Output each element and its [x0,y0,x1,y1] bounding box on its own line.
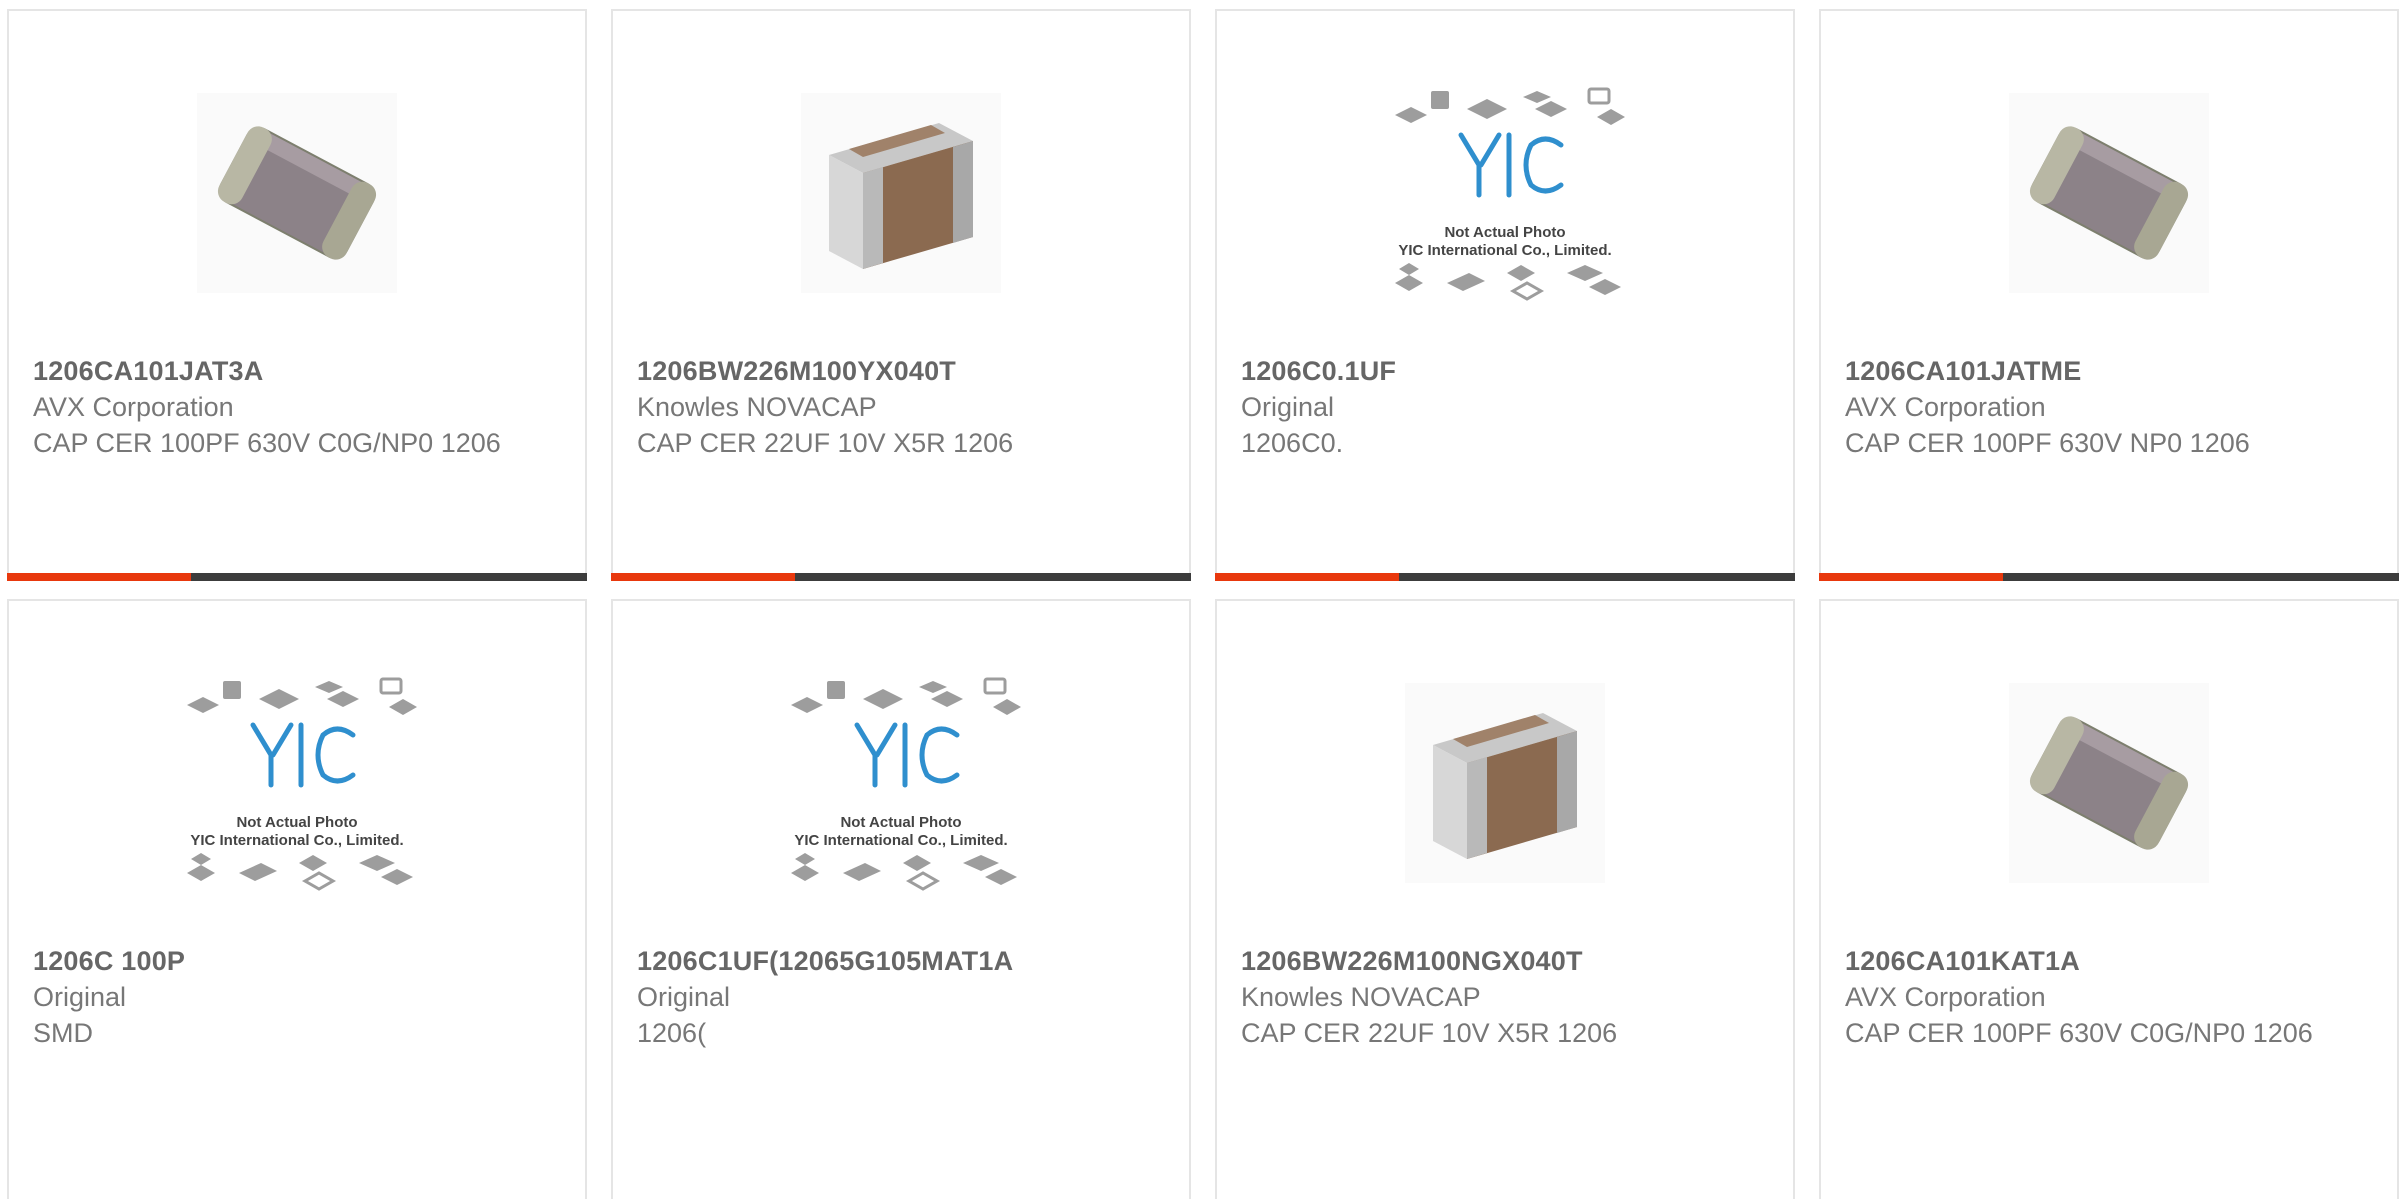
product-info: 1206C 100P Original SMD [33,943,561,1051]
product-card[interactable]: Not Actual Photo YIC International Co., L… [611,599,1191,1199]
placeholder-caption: Not Actual Photo [236,814,357,831]
card-underline-accent [7,573,191,581]
product-card[interactable]: Not Actual Photo YIC International Co., L… [1215,9,1795,581]
product-description: CAP CER 100PF 630V C0G/NP0 1206 [33,428,501,458]
yic-placeholder-icon[interactable]: Not Actual Photo YIC International Co., L… [1375,73,1635,313]
card-underline-accent [1819,573,2003,581]
product-description: CAP CER 100PF 630V NP0 1206 [1845,428,2250,458]
manufacturer: Original [1241,392,1335,422]
card-underline-bar [1819,573,2399,581]
product-card[interactable]: 1206CA101JAT3A AVX Corporation CAP CER 100… [7,9,587,581]
mlcc-chip-brown-icon[interactable] [1375,663,1635,903]
manufacturer: AVX Corporation [33,392,234,422]
mlcc-chip-silver-icon[interactable] [1979,663,2239,903]
manufacturer: Original [637,982,731,1012]
yic-placeholder-icon[interactable]: Not Actual Photo YIC International Co., L… [167,663,427,903]
product-card[interactable]: 1206BW226M100NGX040T Knowles NOVACAP CAP C… [1215,599,1795,1199]
product-card[interactable]: 1206CA101JATME AVX Corporation CAP CER 100… [1819,9,2399,581]
product-card[interactable]: Not Actual Photo YIC International Co., L… [7,599,587,1199]
product-description: SMD [33,1018,93,1048]
manufacturer: Original [33,982,127,1012]
part-number-link[interactable]: 1206CA101KAT1A [1845,943,2373,979]
manufacturer: Knowles NOVACAP [637,392,877,422]
product-description: 1206( [637,1018,707,1048]
placeholder-company: YIC International Co., Limited. [794,832,1007,849]
product-description: CAP CER 22UF 10V X5R 1206 [1241,1018,1618,1048]
part-number-link[interactable]: 1206BW226M100NGX040T [1241,943,1769,979]
product-info: 1206CA101JATME AVX Corporation CAP CER 100… [1845,353,2373,461]
manufacturer: AVX Corporation [1845,982,2046,1012]
manufacturer: Knowles NOVACAP [1241,982,1481,1012]
yic-placeholder-icon[interactable]: Not Actual Photo YIC International Co., L… [771,663,1031,903]
product-info: 1206BW226M100YX040T Knowles NOVACAP CAP CE… [637,353,1165,461]
product-info: 1206BW226M100NGX040T Knowles NOVACAP CAP C… [1241,943,1769,1051]
card-underline-bar [1215,573,1795,581]
mlcc-chip-silver-icon[interactable] [1979,73,2239,313]
manufacturer: AVX Corporation [1845,392,2046,422]
product-card[interactable]: 1206CA101KAT1A AVX Corporation CAP CER 100… [1819,599,2399,1199]
product-description: 1206C0. [1241,428,1344,458]
placeholder-company: YIC International Co., Limited. [190,832,403,849]
product-grid: 1206CA101JAT3A AVX Corporation CAP CER 100… [0,0,2400,1199]
part-number-link[interactable]: 1206C1UF(12065G105MAT1A [637,943,1165,979]
product-card[interactable]: 1206BW226M100YX040T Knowles NOVACAP CAP CE… [611,9,1191,581]
card-underline-bar [7,573,587,581]
part-number-link[interactable]: 1206C 100P [33,943,561,979]
product-info: 1206C0.1UF Original 1206C0. [1241,353,1769,461]
part-number-link[interactable]: 1206CA101JATME [1845,353,2373,389]
card-underline-accent [1215,573,1399,581]
mlcc-chip-brown-icon[interactable] [771,73,1031,313]
product-description: CAP CER 22UF 10V X5R 1206 [637,428,1014,458]
placeholder-caption: Not Actual Photo [840,814,961,831]
product-info: 1206CA101JAT3A AVX Corporation CAP CER 100… [33,353,561,461]
card-underline-bar [611,573,1191,581]
part-number-link[interactable]: 1206C0.1UF [1241,353,1769,389]
mlcc-chip-silver-icon[interactable] [167,73,427,313]
card-underline-accent [611,573,795,581]
product-description: CAP CER 100PF 630V C0G/NP0 1206 [1845,1018,2313,1048]
part-number-link[interactable]: 1206CA101JAT3A [33,353,561,389]
part-number-link[interactable]: 1206BW226M100YX040T [637,353,1165,389]
placeholder-company: YIC International Co., Limited. [1398,242,1611,259]
product-info: 1206C1UF(12065G105MAT1A Original 1206( [637,943,1165,1051]
placeholder-caption: Not Actual Photo [1444,224,1565,241]
product-info: 1206CA101KAT1A AVX Corporation CAP CER 100… [1845,943,2373,1051]
